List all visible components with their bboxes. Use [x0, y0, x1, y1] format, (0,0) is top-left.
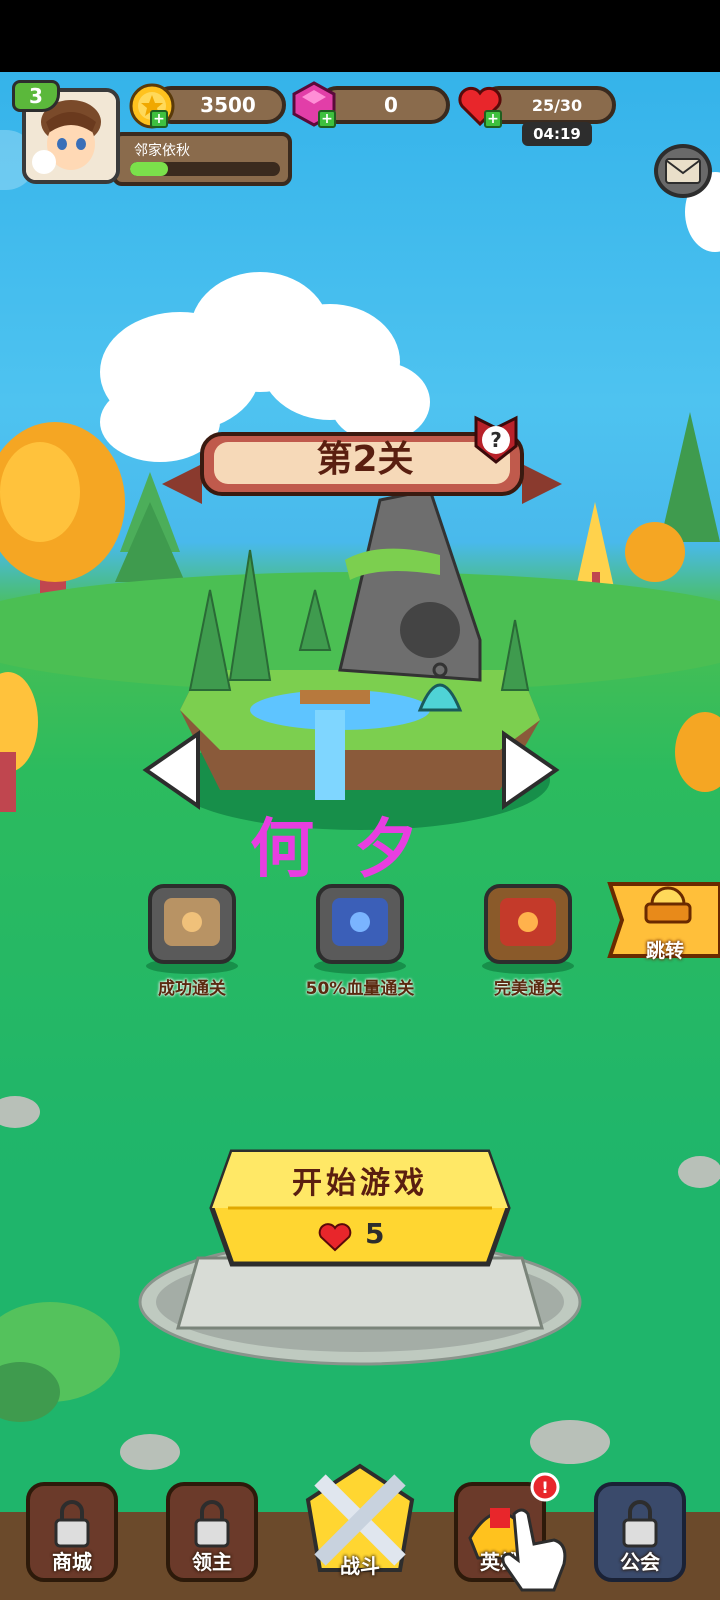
nav-battle[interactable]: 战斗 — [300, 1460, 420, 1590]
coin-value: 3500 — [200, 93, 256, 117]
gem-value: 0 — [384, 93, 398, 117]
stage-title: 第2关 — [316, 439, 414, 480]
question-icon[interactable]: ? — [470, 410, 522, 466]
nav-lord-label: 领主 — [192, 1550, 232, 1574]
add-gems-icon[interactable]: + — [318, 110, 336, 128]
status-bar — [0, 0, 720, 72]
player-name: 邻家依秋 — [134, 143, 190, 159]
svg-text:!: ! — [541, 1478, 548, 1497]
nav-shop-label: 商城 — [52, 1550, 92, 1574]
reward-label-perfect: 完美通关 — [494, 979, 562, 999]
reward-chest-half-hp[interactable] — [312, 878, 408, 974]
reward-chest-perfect[interactable] — [480, 878, 576, 974]
start-cost-value: 5 — [365, 1217, 385, 1250]
alert-badge-icon: ! — [530, 1472, 560, 1502]
reward-label-success: 成功通关 — [158, 979, 226, 999]
nav-guild[interactable]: 公会 — [590, 1478, 690, 1588]
exp-bar — [130, 162, 280, 176]
heart-cost-icon — [318, 1223, 352, 1252]
next-stage-arrow[interactable] — [498, 730, 562, 810]
heart-value: 25/30 — [531, 95, 583, 115]
tutorial-hand-icon — [501, 1508, 567, 1592]
mail-button[interactable] — [654, 144, 712, 198]
svg-text:?: ? — [490, 428, 502, 452]
nav-lord[interactable]: 领主 — [162, 1478, 262, 1588]
nav-battle-label: 战斗 — [340, 1554, 380, 1578]
player-info-bar: 邻家依秋 — [112, 132, 292, 186]
nav-guild-label: 公会 — [620, 1550, 660, 1574]
add-coins-icon[interactable]: + — [150, 110, 168, 128]
heart-refill-timer: 04:19 — [522, 122, 592, 146]
watermark-text: 何夕 — [250, 812, 458, 887]
add-hearts-icon[interactable]: + — [484, 110, 502, 128]
exp-bar-fill — [130, 162, 168, 176]
nav-shop[interactable]: 商城 — [22, 1478, 122, 1588]
reward-label-half-hp: 50%血量通关 — [305, 979, 415, 999]
reward-chest-success[interactable] — [144, 878, 240, 974]
start-game-label: 开始游戏 — [292, 1166, 428, 1201]
previous-stage-arrow[interactable] — [140, 730, 204, 810]
jump-label: 跳转 — [646, 940, 685, 962]
envelope-icon — [665, 158, 701, 184]
player-level-badge: 3 — [12, 80, 60, 112]
